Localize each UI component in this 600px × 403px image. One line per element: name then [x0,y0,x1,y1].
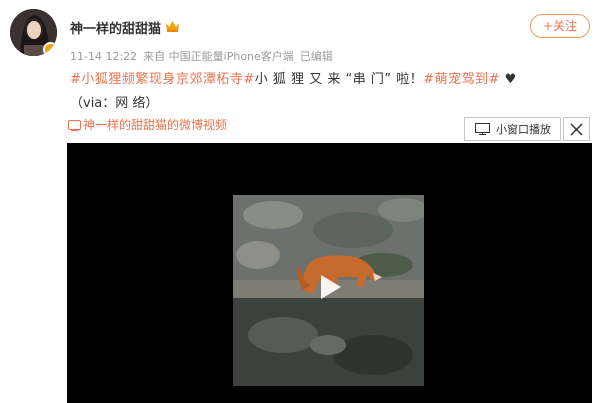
close-video-button[interactable] [563,117,590,141]
post-meta: 11-14 12:22 来自 中国正能量iPhone客户端 已编辑 [70,48,339,64]
topic-tag-fox[interactable]: #小狐狸频繁现身京郊潭柘寺# [70,72,255,87]
post-text: #小狐狸频繁现身京郊潭柘寺#小 狐 狸 又 来 “串 门” 啦！#萌宠驾到# ♥ [70,68,517,87]
mini-window-icon [475,123,490,135]
crown-icon [166,21,179,32]
via-note: （via：网 络） [70,96,159,111]
mini-window-label: 小窗口播放 [496,123,551,136]
play-icon[interactable] [314,272,344,302]
username[interactable]: 神一样的甜甜猫 [70,18,161,37]
mini-window-button[interactable]: 小窗口播放 [464,117,561,141]
video-source-link[interactable]: 神一样的甜甜猫的微博视频 [68,116,227,133]
edited-label: 已编辑 [299,50,333,63]
topic-tag-pets[interactable]: #萌宠驾到# [423,72,500,87]
close-icon [570,122,583,136]
video-icon [68,120,81,131]
post-body: 小 狐 狸 又 来 “串 门” 啦！ [254,72,424,87]
video-source-label: 神一样的甜甜猫的微博视频 [83,118,228,132]
heart-icon: ♥ [504,72,517,87]
verified-badge-icon [43,42,57,56]
avatar[interactable] [10,9,57,56]
follow-button[interactable]: +关注 [530,14,590,38]
post-time[interactable]: 11-14 12:22 [70,50,137,63]
post-source: 来自 中国正能量iPhone客户端 [143,50,294,63]
